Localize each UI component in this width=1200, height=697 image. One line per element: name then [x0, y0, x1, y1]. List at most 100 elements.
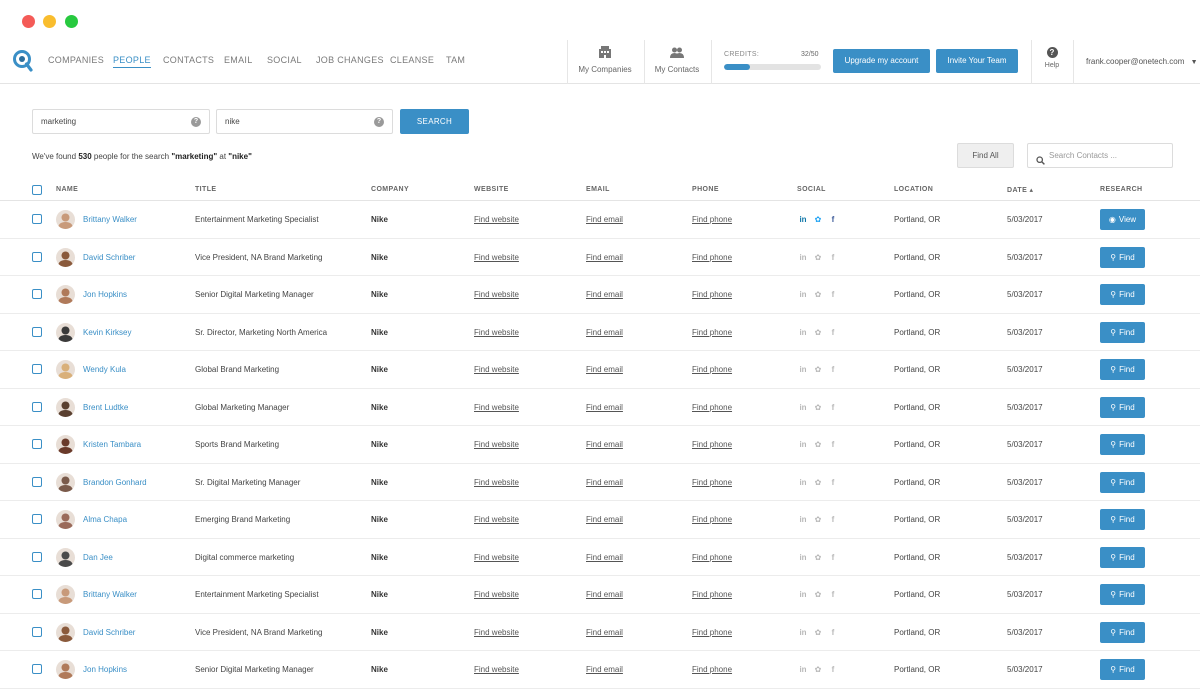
find-email-link[interactable]: Find email	[586, 365, 623, 374]
find-email-link[interactable]: Find email	[586, 328, 623, 337]
facebook-icon[interactable]: f	[827, 215, 839, 224]
twitter-icon[interactable]: ✿	[812, 553, 824, 562]
help-button[interactable]: ? Help	[1040, 47, 1064, 69]
person-name-link[interactable]: Dan Jee	[83, 553, 113, 562]
column-header-location[interactable]: LOCATION	[894, 186, 933, 193]
find-email-link[interactable]: Find email	[586, 440, 623, 449]
find-email-link[interactable]: Find email	[586, 403, 623, 412]
find-all-button[interactable]: Find All	[957, 143, 1014, 168]
twitter-icon[interactable]: ✿	[812, 290, 824, 299]
research-button[interactable]: ⚲ Find	[1100, 659, 1145, 680]
column-header-name[interactable]: NAME	[56, 186, 78, 193]
find-phone-link[interactable]: Find phone	[692, 328, 732, 337]
facebook-icon[interactable]: f	[827, 478, 839, 487]
person-name-link[interactable]: David Schriber	[83, 253, 135, 262]
row-checkbox[interactable]	[32, 401, 42, 412]
find-website-link[interactable]: Find website	[474, 553, 519, 562]
twitter-icon[interactable]: ✿	[812, 665, 824, 674]
find-email-link[interactable]: Find email	[586, 665, 623, 674]
research-button[interactable]: ⚲ Find	[1100, 509, 1145, 530]
twitter-icon[interactable]: ✿	[812, 515, 824, 524]
facebook-icon[interactable]: f	[827, 628, 839, 637]
help-icon[interactable]: ?	[374, 117, 384, 127]
research-button[interactable]: ⚲ Find	[1100, 284, 1145, 305]
find-website-link[interactable]: Find website	[474, 328, 519, 337]
search-contacts-input[interactable]: Search Contacts ...	[1027, 143, 1173, 168]
linkedin-icon[interactable]: in	[797, 290, 809, 299]
find-email-link[interactable]: Find email	[586, 515, 623, 524]
facebook-icon[interactable]: f	[827, 328, 839, 337]
column-header-email[interactable]: EMAIL	[586, 186, 610, 193]
find-website-link[interactable]: Find website	[474, 365, 519, 374]
twitter-icon[interactable]: ✿	[812, 215, 824, 224]
nav-social[interactable]: SOCIAL	[267, 55, 302, 65]
research-button[interactable]: ⚲ Find	[1100, 396, 1145, 418]
research-button[interactable]: ⚲ Find	[1100, 584, 1145, 605]
find-email-link[interactable]: Find email	[586, 590, 623, 599]
row-checkbox[interactable]	[32, 514, 42, 524]
find-email-link[interactable]: Find email	[586, 628, 623, 637]
find-phone-link[interactable]: Find phone	[692, 553, 732, 562]
linkedin-icon[interactable]: in	[797, 440, 809, 449]
find-phone-link[interactable]: Find phone	[692, 365, 732, 374]
facebook-icon[interactable]: f	[827, 253, 839, 262]
person-name-link[interactable]: Wendy Kula	[83, 365, 126, 374]
row-checkbox[interactable]	[32, 664, 42, 674]
find-email-link[interactable]: Find email	[586, 478, 623, 487]
column-header-phone[interactable]: PHONE	[692, 186, 719, 193]
find-website-link[interactable]: Find website	[474, 440, 519, 449]
row-checkbox[interactable]	[32, 326, 42, 337]
column-header-company[interactable]: COMPANY	[371, 186, 409, 193]
nav-tam[interactable]: TAM	[446, 55, 465, 65]
find-email-link[interactable]: Find email	[586, 215, 623, 224]
nav-companies[interactable]: COMPANIES	[48, 55, 104, 65]
invite-team-button[interactable]: Invite Your Team	[936, 49, 1018, 73]
my-companies-button[interactable]: My Companies	[578, 46, 632, 74]
column-header-date[interactable]: DATE ▴	[1007, 186, 1033, 194]
research-button[interactable]: ⚲ Find	[1100, 321, 1145, 343]
nav-job-changes[interactable]: JOB CHANGES	[316, 55, 384, 65]
find-website-link[interactable]: Find website	[474, 515, 519, 524]
find-website-link[interactable]: Find website	[474, 215, 519, 224]
nav-people[interactable]: PEOPLE	[113, 55, 151, 68]
find-phone-link[interactable]: Find phone	[692, 403, 732, 412]
twitter-icon[interactable]: ✿	[812, 478, 824, 487]
company-search-input[interactable]: nike ?	[216, 109, 393, 134]
facebook-icon[interactable]: f	[827, 665, 839, 674]
twitter-icon[interactable]: ✿	[812, 628, 824, 637]
person-name-link[interactable]: Brent Ludtke	[83, 403, 128, 412]
find-website-link[interactable]: Find website	[474, 590, 519, 599]
facebook-icon[interactable]: f	[827, 553, 839, 562]
twitter-icon[interactable]: ✿	[812, 328, 824, 337]
find-phone-link[interactable]: Find phone	[692, 628, 732, 637]
twitter-icon[interactable]: ✿	[812, 403, 824, 412]
maximize-window-button[interactable]	[65, 15, 78, 28]
twitter-icon[interactable]: ✿	[812, 590, 824, 599]
person-name-link[interactable]: Kevin Kirksey	[83, 328, 131, 337]
find-website-link[interactable]: Find website	[474, 665, 519, 674]
research-button[interactable]: ⚲ Find	[1100, 471, 1145, 493]
research-button[interactable]: ⚲ Find	[1100, 546, 1145, 568]
nav-email[interactable]: EMAIL	[224, 55, 253, 65]
linkedin-icon[interactable]: in	[797, 628, 809, 637]
twitter-icon[interactable]: ✿	[812, 253, 824, 262]
research-button[interactable]: ⚲ Find	[1100, 246, 1145, 268]
linkedin-icon[interactable]: in	[797, 215, 809, 224]
select-all-checkbox[interactable]	[32, 185, 42, 195]
row-checkbox[interactable]	[32, 589, 42, 599]
linkedin-icon[interactable]: in	[797, 665, 809, 674]
row-checkbox[interactable]	[32, 364, 42, 374]
column-header-website[interactable]: WEBSITE	[474, 186, 509, 193]
person-name-link[interactable]: Brittany Walker	[83, 215, 137, 224]
person-name-link[interactable]: Brittany Walker	[83, 590, 137, 599]
column-header-title[interactable]: TITLE	[195, 186, 216, 193]
person-name-link[interactable]: Jon Hopkins	[83, 665, 127, 674]
find-website-link[interactable]: Find website	[474, 628, 519, 637]
research-button[interactable]: ⚲ Find	[1100, 621, 1145, 643]
row-checkbox[interactable]	[32, 476, 42, 487]
keyword-search-input[interactable]: marketing ?	[32, 109, 210, 134]
row-checkbox[interactable]	[32, 251, 42, 262]
find-phone-link[interactable]: Find phone	[692, 515, 732, 524]
minimize-window-button[interactable]	[43, 15, 56, 28]
linkedin-icon[interactable]: in	[797, 365, 809, 374]
